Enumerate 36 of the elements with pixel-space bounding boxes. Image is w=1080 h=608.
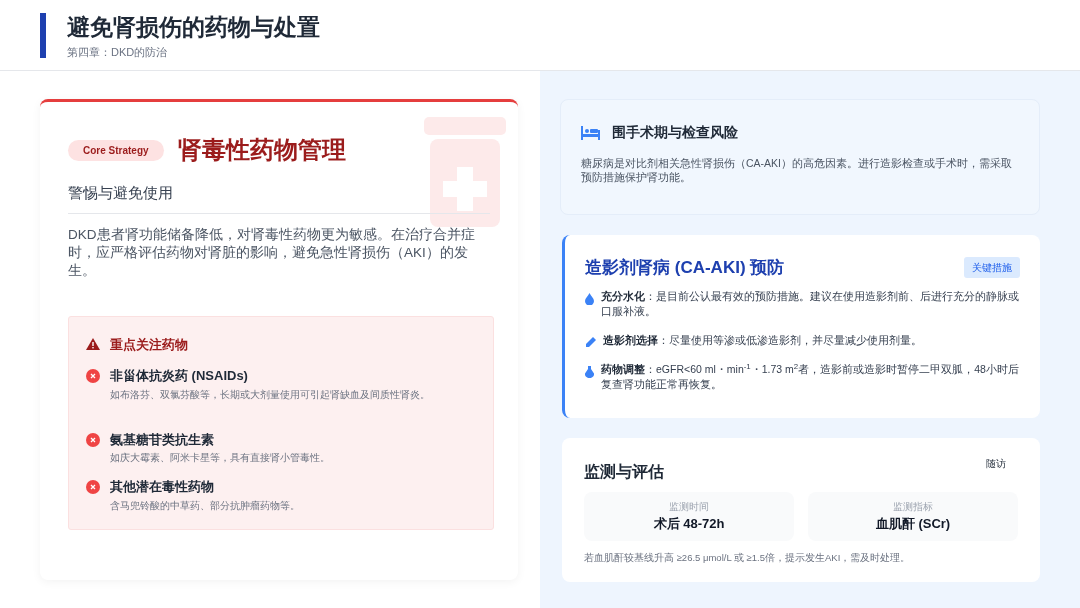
alert-title: 重点关注药物: [110, 335, 188, 354]
measure-text: 药物调整：eGFR<60 ml・min$^{-1}$・1.73 m$^{2}$者，造影前或造影时暂停二甲双胍，48小时后复查肾功能正常再恢复。: [601, 361, 1020, 392]
key-measure-badge: 关键措施: [964, 257, 1020, 279]
metric-label: 监测时间: [669, 499, 709, 514]
drug-name: 非甾体抗炎药 (NSAIDs): [110, 367, 249, 385]
drug-detail: 含马兜铃酸的中草药、部分抗肿瘤药物等。: [110, 498, 300, 513]
error-circle-icon: [86, 480, 100, 494]
page-title: 避免肾损伤的药物与处置: [67, 13, 320, 41]
strategy-description: DKD患者肾功能储备降低，对肾毒性药物更为敏感。在治疗合并症时，应严格评估药物对肾脏的影响，避免急性肾损伤（AKI）的发生。: [68, 225, 476, 280]
medical-kit-icon: [424, 117, 506, 227]
measure-text: 充分水化：是目前公认最有效的预防措施。建议在使用造影剂前、后进行充分的静脉或口服补液。: [601, 288, 1020, 319]
flask-icon: [585, 365, 594, 378]
drug-detail: 如布洛芬、双氯芬酸等，长期或大剂量使用可引起肾缺血及间质性肾炎。: [110, 387, 430, 402]
warning-icon: [86, 338, 100, 351]
pencil-icon: [585, 336, 596, 348]
drug-detail: 如庆大霉素、阿米卡星等，具有直接肾小管毒性。: [110, 451, 330, 465]
measure-text: 造影剂选择：尽量使用等渗或低渗造影剂，并尽量减少使用剂量。: [603, 332, 922, 348]
monitoring-note: 若血肌酐较基线升高 ≥26.5 μmol/L 或 ≥1.5倍，提示发生AKI，需及时处理。: [584, 551, 912, 566]
water-drop-icon: [585, 292, 594, 305]
risk-description: 糖尿病是对比剂相关急性肾损伤（CA-AKI）的高危因素。进行造影检查或手术时，需采取预防措施保护肾功能。: [581, 156, 1013, 184]
risk-title: 围手术期与检查风险: [612, 123, 738, 142]
prevention-title: 造影剂肾病 (CA-AKI) 预防: [585, 257, 785, 279]
strategy-subtitle: 警惕与避免使用: [68, 182, 490, 214]
strategy-title: 肾毒性药物管理: [177, 135, 346, 165]
bed-icon: [581, 125, 600, 140]
drug-name: 其他潜在毒性药物: [110, 478, 215, 496]
follow-up-label: 随访: [986, 456, 1006, 471]
strategy-tag: Core Strategy: [68, 139, 164, 161]
monitoring-title: 监测与评估: [584, 461, 664, 482]
metric-value: 术后 48-72h: [653, 514, 725, 533]
page-subtitle: 第四章：DKD的防治: [67, 45, 169, 60]
metric-value: 血肌酐 (SCr): [875, 514, 951, 533]
error-circle-icon: [86, 432, 100, 447]
drug-name: 氨基糖苷类抗生素: [110, 430, 215, 449]
error-circle-icon: [86, 369, 100, 383]
metric-label: 监测指标: [893, 499, 933, 514]
